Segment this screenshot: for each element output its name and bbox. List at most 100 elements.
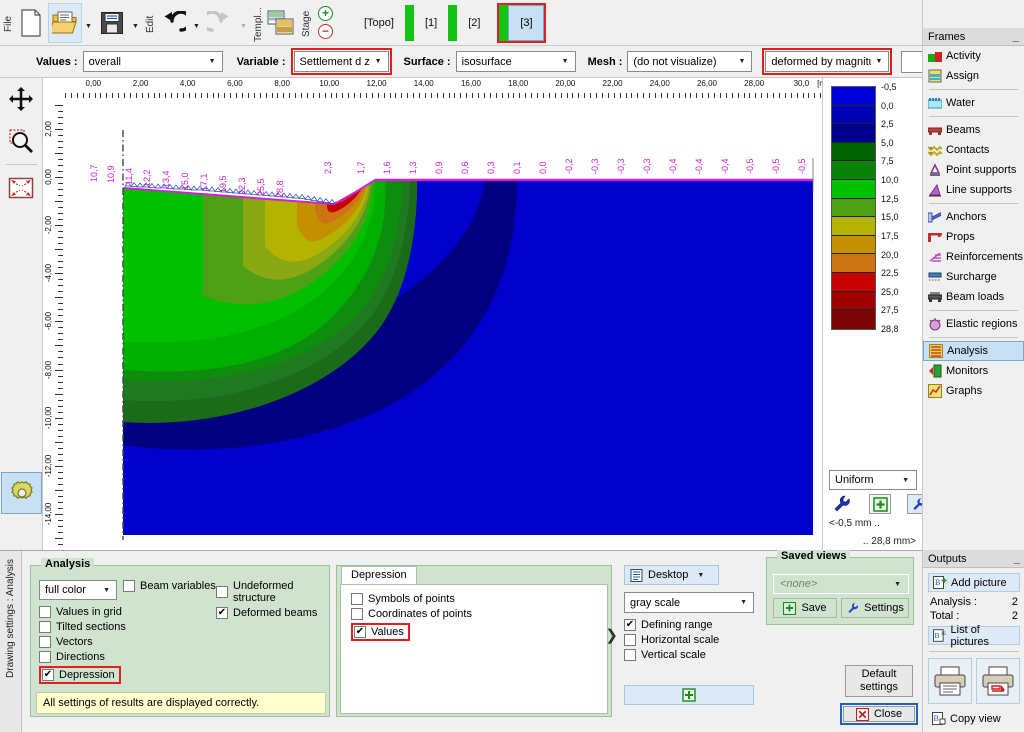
redo-dropdown[interactable]: ▼ — [237, 3, 250, 43]
new-file-button[interactable] — [14, 3, 48, 43]
legend-mode-select[interactable]: Uniform ▼ — [829, 470, 917, 490]
plot-viewport[interactable]: 0,00 2,00 4,00 6,00 8,00 10,00 12,00 14,00 16,00… — [43, 78, 922, 551]
pan-tool-button[interactable] — [0, 78, 41, 120]
x-tick — [188, 93, 190, 98]
frame-item-anchors[interactable]: Anchors — [923, 207, 1024, 227]
frame-item-surcharge[interactable]: Surcharge — [923, 267, 1024, 287]
deform-select[interactable]: deformed by magnitude ▼ — [765, 51, 890, 72]
desktop-check-horizontal-scale[interactable]: Horizontal scale — [624, 634, 760, 646]
analysis-check-deformed-beams[interactable]: ✔ Deformed beams — [216, 607, 329, 619]
checkbox[interactable]: ✔ — [624, 619, 636, 631]
open-file-button[interactable] — [48, 2, 82, 43]
checkbox[interactable]: ✔ — [354, 626, 366, 638]
stage-remove-button[interactable]: − — [318, 24, 333, 39]
frame-item-graphs[interactable]: Graphs — [923, 381, 1024, 401]
saved-views-select[interactable]: <none> ▼ — [773, 574, 909, 594]
color-scale-bar[interactable] — [831, 86, 876, 330]
list-of-pictures-button[interactable]: B 1E List of pictures — [928, 624, 1020, 648]
frame-item-activity[interactable]: Activity — [923, 46, 1024, 66]
zoom-fit-button[interactable] — [0, 167, 41, 209]
checkbox[interactable] — [39, 606, 51, 618]
desktop-check-defining-range[interactable]: ✔ Defining range — [624, 619, 760, 631]
save-file-button[interactable] — [95, 3, 129, 43]
frame-item-assign[interactable]: Assign — [923, 66, 1024, 86]
checkbox[interactable] — [39, 651, 51, 663]
legend-add-button[interactable] — [869, 494, 891, 514]
checkbox[interactable] — [123, 580, 135, 592]
close-button[interactable]: Close — [843, 706, 915, 722]
drawing-settings-button[interactable] — [1, 472, 42, 514]
stage-item-1[interactable]: [1] — [416, 17, 446, 29]
stage-item-3[interactable]: [3] — [508, 4, 545, 41]
frame-item-line-supports[interactable]: Line supports — [923, 180, 1024, 200]
open-file-dropdown[interactable]: ▼ — [82, 3, 95, 43]
undo-button[interactable] — [156, 3, 190, 43]
checkbox[interactable] — [216, 586, 228, 598]
analysis-check-undeformed-structure[interactable]: Undeformed structure — [216, 580, 329, 604]
redo-button[interactable] — [203, 3, 237, 43]
analysis-check-tilted-sections[interactable]: Tilted sections — [39, 621, 126, 633]
frame-item-contacts[interactable]: Contacts — [923, 140, 1024, 160]
analysis-check-depression[interactable]: ✔ Depression — [39, 666, 126, 684]
color-mode-select[interactable]: full color ▼ — [39, 580, 117, 600]
frame-item-beams[interactable]: Beams — [923, 120, 1024, 140]
chevron-right-icon[interactable]: ❯ — [605, 626, 618, 644]
checkbox[interactable]: ✔ — [216, 607, 228, 619]
frame-item-point-supports[interactable]: Point supports — [923, 160, 1024, 180]
analysis-check-values-in-grid[interactable]: Values in grid — [39, 606, 126, 618]
minimize-icon[interactable]: _ — [1013, 31, 1019, 43]
drawing-settings-tab[interactable]: Drawing settings : Analysis — [0, 551, 22, 732]
contour-plot-canvas[interactable] — [65, 100, 825, 550]
x-tick — [253, 93, 255, 98]
mesh-select[interactable]: (do not visualize) ▼ — [627, 51, 753, 72]
values-select[interactable]: overall ▼ — [82, 51, 223, 72]
copy-view-button[interactable]: B Copy view — [928, 709, 1020, 728]
print-preview-button[interactable] — [976, 658, 1020, 704]
frame-item-monitors[interactable]: Monitors — [923, 361, 1024, 381]
zoom-window-button[interactable] — [0, 120, 41, 162]
analysis-check-vectors[interactable]: Vectors — [39, 636, 126, 648]
checkbox[interactable] — [39, 621, 51, 633]
undo-dropdown[interactable]: ▼ — [190, 3, 203, 43]
default-settings-button[interactable]: Default settings — [845, 665, 913, 697]
minimize-icon[interactable]: _ — [1014, 553, 1020, 565]
desktop-add-button[interactable] — [624, 685, 754, 705]
print-button[interactable] — [928, 658, 972, 704]
save-view-button[interactable]: Save — [773, 598, 837, 618]
legend-wrench-button[interactable] — [831, 494, 853, 514]
checkbox[interactable] — [624, 649, 636, 661]
frame-item-props[interactable]: Props — [923, 227, 1024, 247]
grayscale-select[interactable]: gray scale ▼ — [624, 592, 754, 613]
stage-item-topo[interactable]: [Topo] — [355, 17, 403, 29]
analysis-check-directions[interactable]: Directions — [39, 651, 126, 663]
frames-list: Activity Assign Water Beams Contacts Point su… — [923, 46, 1024, 401]
depression-tab[interactable]: Depression — [341, 566, 417, 584]
checkbox[interactable] — [351, 608, 363, 620]
variable-select[interactable]: Settlement d z ▼ — [293, 51, 389, 72]
frame-item-beam-loads[interactable]: Beam loads — [923, 287, 1024, 307]
frame-item-analysis[interactable]: Analysis — [923, 341, 1024, 361]
frame-item-reinforcements[interactable]: Reinforcements — [923, 247, 1024, 267]
depression-check-coordinates-of-points[interactable]: Coordinates of points — [351, 608, 607, 620]
checkbox[interactable] — [624, 634, 636, 646]
desktop-button[interactable]: Desktop ▼ — [624, 565, 719, 585]
template-button[interactable] — [264, 3, 298, 43]
checkbox[interactable]: ✔ — [42, 669, 54, 681]
template-icon — [267, 10, 294, 34]
checkbox[interactable] — [39, 636, 51, 648]
frame-item-elastic-regions[interactable]: Elastic regions — [923, 314, 1024, 334]
desktop-check-vertical-scale[interactable]: Vertical scale — [624, 649, 760, 661]
frame-item-water[interactable]: Water — [923, 93, 1024, 113]
x-tick — [625, 93, 627, 98]
saved-views-settings-button[interactable]: Settings — [841, 598, 909, 618]
surface-select[interactable]: isosurface ▼ — [455, 51, 576, 72]
depression-check-symbols-of-points[interactable]: Symbols of points — [351, 593, 607, 605]
checkbox[interactable] — [351, 593, 363, 605]
stage-add-button[interactable]: + — [318, 6, 333, 21]
stage-group-label: Stage — [301, 10, 312, 37]
save-file-dropdown[interactable]: ▼ — [129, 3, 142, 43]
depression-check-values[interactable]: ✔ Values — [351, 623, 607, 641]
add-picture-button[interactable]: B Add picture — [928, 573, 1020, 592]
analysis-check-beam-variables[interactable]: Beam variables — [123, 580, 216, 592]
stage-item-2[interactable]: [2] — [459, 17, 489, 29]
